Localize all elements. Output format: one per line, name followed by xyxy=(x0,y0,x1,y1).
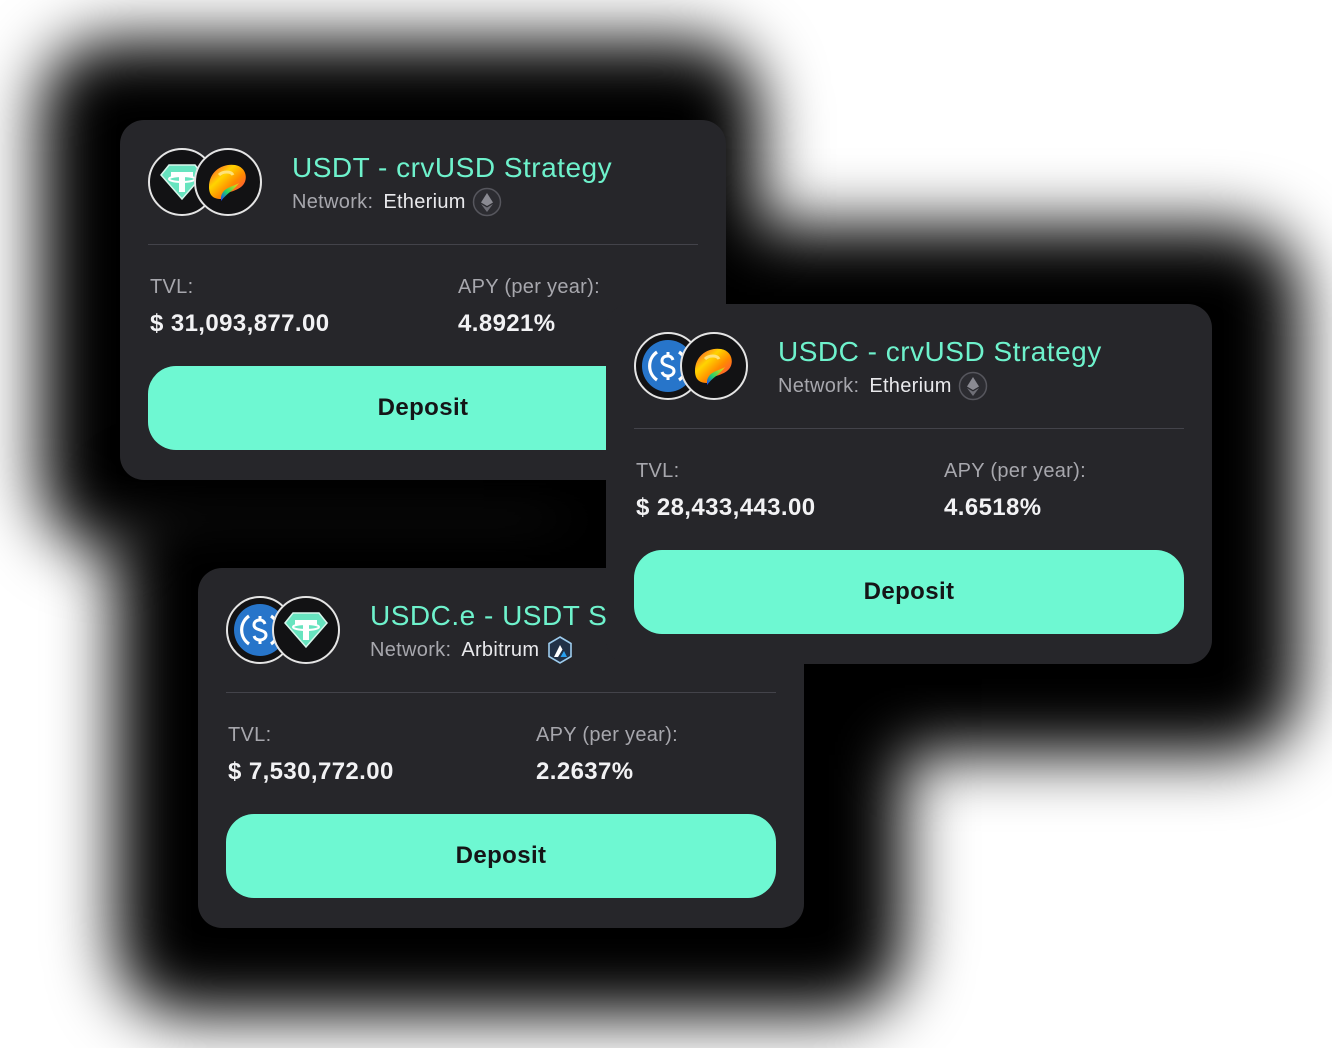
tvl-value: $ 28,433,443.00 xyxy=(636,494,816,521)
divider xyxy=(148,244,698,245)
network-row: Network: Etherium xyxy=(778,371,1102,401)
usdt-icon xyxy=(272,596,340,664)
network-label: Network: xyxy=(370,639,452,661)
deposit-button[interactable]: Deposit xyxy=(634,550,1184,634)
deposit-button[interactable]: Deposit xyxy=(226,814,776,898)
token-pair xyxy=(148,148,266,220)
apy-label: APY (per year): xyxy=(944,460,1086,482)
card-header: USDT - crvUSD Strategy Network: Etherium xyxy=(148,148,612,220)
strategy-title: USDC - crvUSD Strategy xyxy=(778,336,1102,367)
apy-value: 2.2637% xyxy=(536,758,634,785)
card-header: USDC - crvUSD Strategy Network: Etherium xyxy=(634,332,1102,404)
card-titles: USDC.e - USDT S Network: Arbitrum xyxy=(370,599,607,665)
arbitrum-icon xyxy=(545,635,575,665)
ethereum-icon xyxy=(958,371,988,401)
card-titles: USDT - crvUSD Strategy Network: Etherium xyxy=(292,151,612,217)
network-label: Network: xyxy=(292,191,374,213)
card-titles: USDC - crvUSD Strategy Network: Etherium xyxy=(778,335,1102,401)
stage: USDT - crvUSD Strategy Network: Etherium… xyxy=(0,0,1332,1048)
network-row: Network: Arbitrum xyxy=(370,635,607,665)
apy-value: 4.8921% xyxy=(458,310,556,337)
apy-label: APY (per year): xyxy=(458,276,600,298)
token-pair xyxy=(634,332,752,404)
network-value: Etherium xyxy=(383,191,466,213)
network-row: Network: Etherium xyxy=(292,187,612,217)
token-pair xyxy=(226,596,344,668)
strategy-card-usdc-crvusd: USDC - crvUSD Strategy Network: Etherium… xyxy=(606,304,1212,664)
apy-label: APY (per year): xyxy=(536,724,678,746)
strategy-title: USDC.e - USDT S xyxy=(370,600,608,631)
ethereum-icon xyxy=(472,187,502,217)
tvl-label: TVL: xyxy=(150,276,194,298)
tvl-label: TVL: xyxy=(636,460,680,482)
tvl-value: $ 31,093,877.00 xyxy=(150,310,330,337)
tvl-value: $ 7,530,772.00 xyxy=(228,758,394,785)
curve-icon xyxy=(680,332,748,400)
curve-icon xyxy=(194,148,262,216)
card-header: USDC.e - USDT S Network: Arbitrum xyxy=(226,596,607,668)
network-label: Network: xyxy=(778,375,860,397)
network-value: Arbitrum xyxy=(461,639,540,661)
network-value: Etherium xyxy=(869,375,952,397)
apy-value: 4.6518% xyxy=(944,494,1042,521)
strategy-title: USDT - crvUSD Strategy xyxy=(292,152,613,183)
divider xyxy=(226,692,776,693)
tvl-label: TVL: xyxy=(228,724,272,746)
divider xyxy=(634,428,1184,429)
